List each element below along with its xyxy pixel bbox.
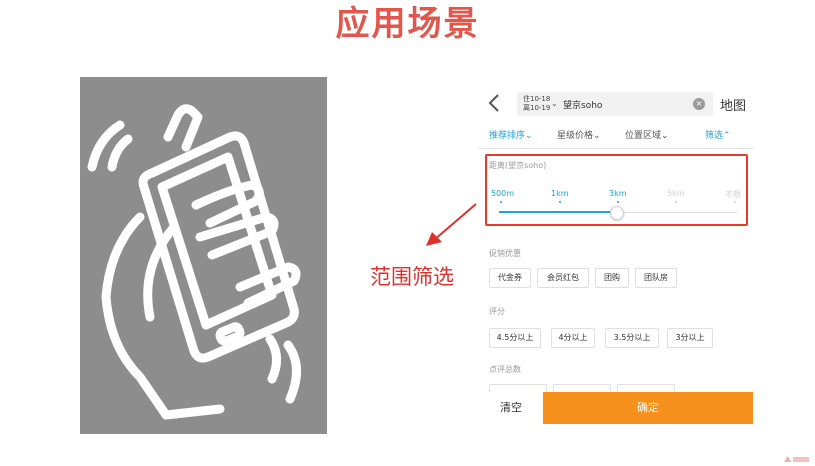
clear-button[interactable]: 清空 bbox=[479, 392, 543, 424]
distance-option[interactable]: 3km bbox=[609, 189, 627, 198]
filter-tabs: 推荐排序⌄ 星级价格⌄ 位置区域⌄ 筛选⌃ bbox=[479, 128, 753, 144]
chevron-down-icon: ⌄ bbox=[525, 131, 533, 141]
tab-location[interactable]: 位置区域⌄ bbox=[625, 128, 669, 141]
checkin-date: 住10-18 bbox=[523, 95, 551, 103]
slider-tick bbox=[675, 201, 677, 203]
search-box[interactable]: 住10-18 离10-19 ⌄ 望京soho × bbox=[517, 92, 713, 116]
tab-recommend[interactable]: 推荐排序⌄ bbox=[489, 128, 533, 141]
map-button[interactable]: 地图 bbox=[720, 95, 746, 114]
slider-thumb[interactable] bbox=[610, 206, 624, 220]
distance-title: 距离(望京soho) bbox=[489, 161, 547, 170]
confirm-button[interactable]: 确定 bbox=[543, 392, 753, 424]
promo-title: 促销优惠 bbox=[489, 249, 521, 258]
promo-chip[interactable]: 团购 bbox=[595, 268, 629, 288]
annotation-label: 范围筛选 bbox=[370, 265, 454, 289]
reviews-title: 点评总数 bbox=[489, 365, 521, 374]
hand-phone-illustration bbox=[80, 77, 327, 434]
rating-chip[interactable]: 4分以上 bbox=[551, 328, 595, 348]
rating-chip[interactable]: 3.5分以上 bbox=[605, 328, 659, 348]
promo-chip[interactable]: 团队房 bbox=[635, 268, 677, 288]
chevron-down-icon: ⌄ bbox=[551, 99, 558, 108]
arrow-icon bbox=[426, 203, 477, 246]
distance-option[interactable]: 不限 bbox=[725, 189, 741, 200]
rating-title: 评分 bbox=[489, 307, 505, 316]
tab-star-price[interactable]: 星级价格⌄ bbox=[557, 128, 601, 141]
search-bar: 住10-18 离10-19 ⌄ 望京soho × 地图 bbox=[479, 84, 753, 124]
chevron-up-icon: ⌃ bbox=[723, 131, 731, 141]
chevron-down-icon: ⌄ bbox=[593, 131, 601, 141]
footer-bar: 清空 确定 bbox=[479, 392, 753, 424]
distance-option[interactable]: 1km bbox=[551, 189, 569, 198]
shaking-phone-icon bbox=[87, 104, 301, 420]
search-keyword[interactable]: 望京soho bbox=[563, 98, 602, 111]
rating-chip[interactable]: 3分以上 bbox=[667, 328, 713, 348]
hotel-filter-screen: 住10-18 离10-19 ⌄ 望京soho × 地图 推荐排序⌄ 星级价格⌄ … bbox=[479, 84, 753, 424]
promo-chip[interactable]: 会员红包 bbox=[537, 268, 589, 288]
slider-tick bbox=[734, 201, 736, 203]
back-icon[interactable] bbox=[487, 92, 501, 119]
tab-filter[interactable]: 筛选⌃ bbox=[705, 128, 731, 141]
distance-option[interactable]: 500m bbox=[491, 189, 514, 198]
slider-tick bbox=[559, 201, 561, 203]
slider-tick bbox=[617, 201, 619, 203]
chevron-down-icon: ⌄ bbox=[661, 131, 669, 141]
checkout-date: 离10-19 bbox=[523, 104, 551, 112]
slider-fill bbox=[499, 211, 617, 213]
watermark-icon bbox=[784, 456, 809, 462]
rating-chip[interactable]: 4.5分以上 bbox=[489, 328, 541, 348]
promo-chip[interactable]: 代金券 bbox=[489, 268, 531, 288]
date-range[interactable]: 住10-18 离10-19 bbox=[523, 95, 550, 113]
divider bbox=[479, 148, 753, 149]
slide-title: 应用场景 bbox=[335, 4, 480, 44]
slider-tick bbox=[500, 201, 502, 203]
distance-option[interactable]: 5km bbox=[667, 189, 685, 198]
clear-icon[interactable]: × bbox=[693, 98, 705, 110]
